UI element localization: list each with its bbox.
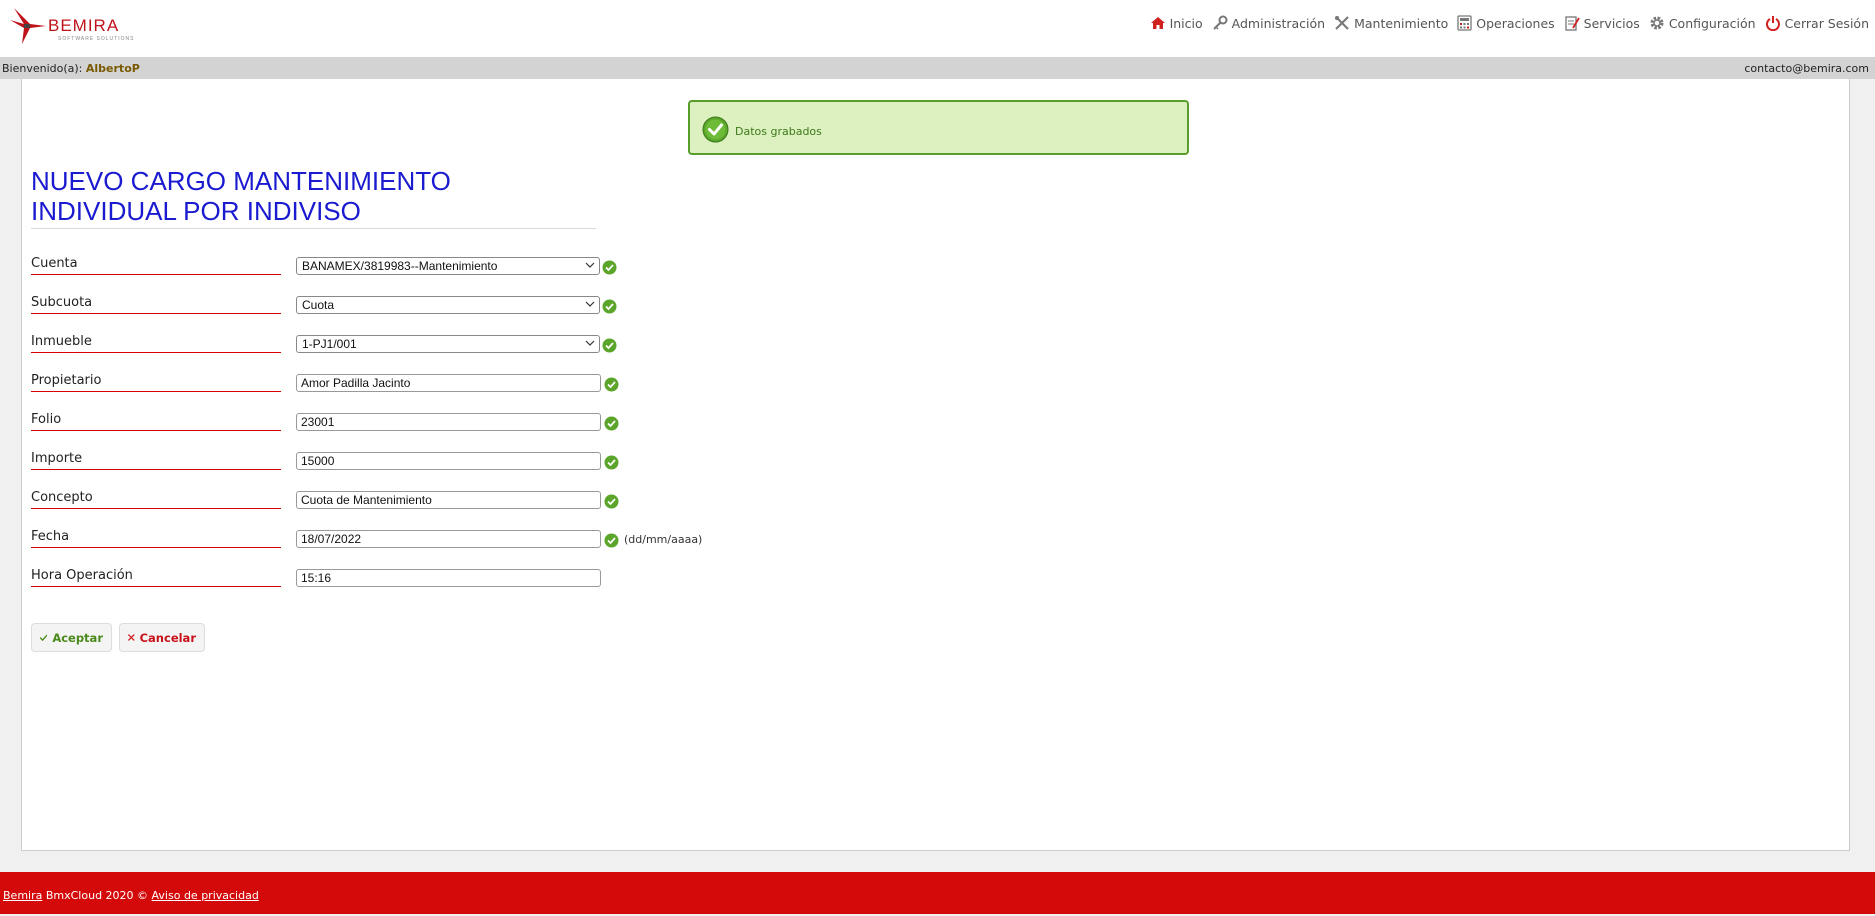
cuenta-select-value: BANAMEX/3819983--Mantenimiento — [302, 259, 498, 273]
nav-configuracion-label: Configuración — [1668, 15, 1756, 31]
nav-administracion-label: Administración — [1231, 15, 1326, 31]
footer-bemira-link[interactable]: Bemira — [3, 889, 42, 902]
success-alert: Datos grabados — [688, 100, 1189, 155]
nav-cerrar-sesion[interactable]: Cerrar Sesión — [1765, 15, 1869, 31]
checkmark-icon — [40, 634, 48, 641]
page-title-line1: NUEVO CARGO MANTENIMIENTO — [31, 166, 451, 196]
cuenta-label: Cuenta — [31, 257, 281, 275]
valid-check-icon — [604, 494, 619, 509]
propietario-label: Propietario — [31, 374, 281, 392]
chevron-down-icon — [585, 340, 595, 346]
date-format-hint: (dd/mm/aaaa) — [624, 533, 703, 546]
inmueble-select[interactable]: 1-PJ1/001 — [296, 335, 600, 353]
valid-check-icon — [602, 299, 617, 314]
home-icon — [1150, 17, 1165, 29]
bemira-logo[interactable]: BEMIRA SOFTWARE SOLUTIONS — [8, 6, 138, 48]
concepto-label: Concepto — [31, 491, 281, 509]
valid-check-icon — [604, 455, 619, 470]
propietario-input[interactable] — [296, 374, 601, 392]
welcome-prefix: Bienvenido(a): — [2, 62, 83, 75]
valid-check-icon — [604, 533, 619, 548]
nav-inicio[interactable]: Inicio — [1150, 16, 1203, 31]
notepad-icon — [1565, 16, 1580, 31]
welcome-message: Bienvenido(a): AlbertoP — [2, 62, 140, 75]
welcome-bar: Bienvenido(a): AlbertoP contacto@bemira.… — [0, 57, 1875, 79]
alert-message: Datos grabados — [735, 125, 822, 138]
footer: Bemira BmxCloud 2020 © Aviso de privacid… — [0, 872, 1875, 916]
cancel-button[interactable]: Cancelar — [119, 623, 205, 652]
nav-servicios[interactable]: Servicios — [1564, 15, 1640, 31]
subcuota-select-value: Cuota — [302, 298, 335, 312]
nav-mantenimiento-label: Mantenimiento — [1354, 15, 1449, 31]
privacy-notice-link[interactable]: Aviso de privacidad — [152, 889, 259, 902]
power-icon — [1765, 16, 1780, 31]
nav-inicio-label: Inicio — [1169, 15, 1203, 31]
subcuota-label: Subcuota — [31, 296, 281, 314]
footer-copyright: BmxCloud 2020 © — [42, 889, 152, 902]
nav-operaciones[interactable]: Operaciones — [1457, 15, 1555, 31]
header: BEMIRA SOFTWARE SOLUTIONS Inicio Adminis… — [0, 0, 1875, 57]
inmueble-label: Inmueble — [31, 335, 281, 353]
nav-mantenimiento[interactable]: Mantenimiento — [1334, 15, 1448, 31]
check-circle-icon — [702, 116, 729, 143]
key-icon — [1212, 15, 1228, 30]
main-nav: Inicio Administración Mantenimiento Oper… — [1141, 15, 1869, 31]
valid-check-icon — [602, 260, 617, 275]
chevron-down-icon — [585, 262, 595, 268]
nav-configuracion[interactable]: Configuración — [1649, 15, 1756, 31]
accept-button[interactable]: Aceptar — [31, 623, 112, 652]
valid-check-icon — [602, 338, 617, 353]
close-icon — [128, 634, 135, 641]
footer-text: Bemira BmxCloud 2020 © Aviso de privacid… — [3, 889, 259, 902]
valid-check-icon — [604, 416, 619, 431]
logo-subtitle: SOFTWARE SOLUTIONS — [58, 36, 135, 42]
hora-input[interactable] — [296, 569, 601, 587]
contact-email: contacto@bemira.com — [1744, 62, 1869, 75]
fecha-label: Fecha — [31, 530, 281, 548]
folio-input[interactable] — [296, 413, 601, 431]
welcome-username: AlbertoP — [85, 62, 140, 75]
chevron-down-icon — [585, 301, 595, 307]
nav-operaciones-label: Operaciones — [1476, 15, 1555, 31]
concepto-input[interactable] — [296, 491, 601, 509]
accept-button-label: Aceptar — [52, 630, 103, 645]
importe-label: Importe — [31, 452, 281, 470]
logo-text: BEMIRA — [48, 16, 120, 35]
subcuota-select[interactable]: Cuota — [296, 296, 600, 314]
cancel-button-label: Cancelar — [139, 630, 196, 645]
hora-label: Hora Operación — [31, 569, 281, 587]
cuenta-select[interactable]: BANAMEX/3819983--Mantenimiento — [296, 257, 600, 275]
calculator-icon — [1457, 15, 1472, 31]
valid-check-icon — [604, 377, 619, 392]
importe-input[interactable] — [296, 452, 601, 470]
tools-icon — [1335, 16, 1349, 30]
nav-cerrar-sesion-label: Cerrar Sesión — [1784, 15, 1869, 31]
nav-servicios-label: Servicios — [1583, 15, 1640, 31]
gear-icon — [1650, 16, 1664, 30]
inmueble-select-value: 1-PJ1/001 — [302, 337, 357, 351]
page-title: NUEVO CARGO MANTENIMIENTO INDIVIDUAL POR… — [31, 166, 596, 229]
fecha-input[interactable] — [296, 530, 601, 548]
bemira-star-icon — [10, 8, 46, 44]
folio-label: Folio — [31, 413, 281, 431]
page-title-line2: INDIVIDUAL POR INDIVISO — [31, 196, 361, 226]
nav-administracion[interactable]: Administración — [1212, 15, 1325, 31]
